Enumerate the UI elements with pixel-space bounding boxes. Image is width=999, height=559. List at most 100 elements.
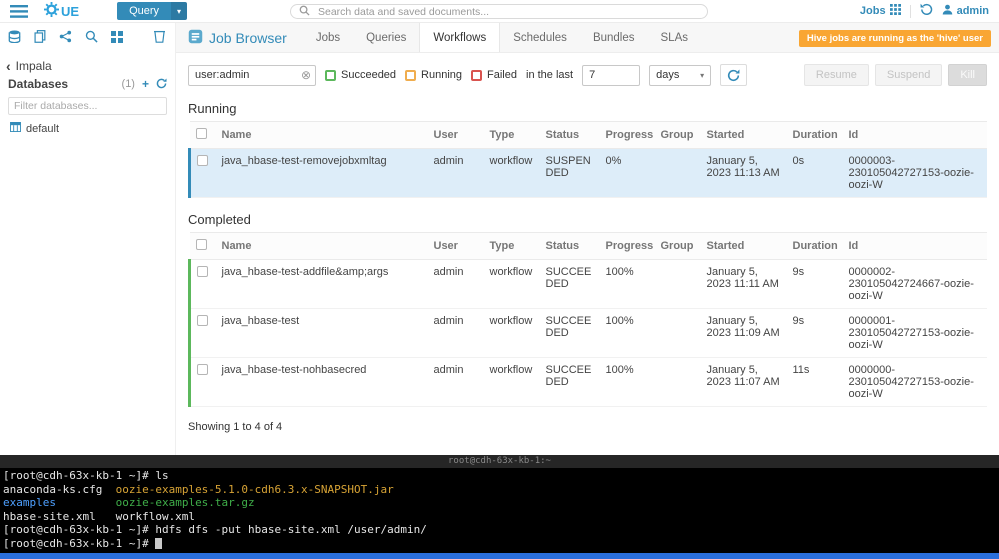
tab-bundles[interactable]: Bundles	[580, 23, 648, 52]
databases-count: (1)	[122, 78, 135, 90]
job-progress: 100%	[600, 260, 655, 309]
job-group	[655, 358, 701, 407]
database-item-default[interactable]: default	[0, 117, 175, 140]
terminal-window[interactable]: root@cdh-63x-kb-1:~ [root@cdh-63x-kb-1 ~…	[0, 455, 999, 553]
days-count-input[interactable]	[582, 65, 640, 86]
resume-button[interactable]: Resume	[804, 64, 869, 86]
kill-button[interactable]: Kill	[948, 64, 987, 86]
databases-header: Databases (1) +	[0, 74, 175, 93]
job-id: 0000000-230105042727153-oozie-oozi-W	[843, 358, 988, 407]
time-unit-select[interactable]: days ▾	[649, 65, 711, 86]
table-row[interactable]: java_hbase-test-removejobxmltag admin wo…	[190, 149, 988, 198]
row-checkbox[interactable]	[197, 266, 208, 277]
succeeded-checkbox[interactable]	[325, 70, 336, 81]
tab-queries[interactable]: Queries	[353, 23, 419, 52]
suspend-button[interactable]: Suspend	[875, 64, 942, 86]
query-button[interactable]: Query ▾	[117, 2, 187, 20]
filter-databases-input[interactable]	[8, 97, 167, 115]
terminal-titlebar[interactable]: root@cdh-63x-kb-1:~	[0, 455, 999, 468]
hue-logo[interactable]: UE	[44, 2, 79, 20]
databases-label[interactable]: Databases	[8, 77, 68, 91]
job-progress: 100%	[600, 309, 655, 358]
col-status: Status	[540, 233, 600, 260]
history-button[interactable]	[920, 3, 933, 19]
table-row[interactable]: java_hbase-test admin workflow SUCCEEDED…	[190, 309, 988, 358]
table-row[interactable]: java_hbase-test-addfile&amp;args admin w…	[190, 260, 988, 309]
job-type: workflow	[484, 309, 540, 358]
terminal-line: [root@cdh-63x-kb-1 ~]# ls	[3, 469, 996, 483]
in-the-last-label: in the last	[526, 69, 573, 81]
job-user: admin	[428, 260, 484, 309]
hive-warning-banner: Hive jobs are running as the 'hive' user	[799, 30, 991, 47]
failed-checkbox[interactable]	[471, 70, 482, 81]
user-filter-input[interactable]	[188, 65, 316, 86]
refresh-jobs-button[interactable]	[720, 64, 747, 86]
source-title[interactable]: Impala	[16, 59, 52, 73]
job-name-link[interactable]: java_hbase-test-nohbasecred	[216, 358, 428, 407]
time-unit-value: days	[656, 69, 679, 81]
assist-source-header: ‹ Impala	[0, 54, 175, 74]
trash-icon[interactable]	[154, 30, 165, 48]
job-duration: 9s	[787, 309, 843, 358]
filter-failed[interactable]: Failed	[471, 69, 517, 81]
job-progress: 0%	[600, 149, 655, 198]
col-type: Type	[484, 233, 540, 260]
assist-apps-icon[interactable]	[111, 30, 123, 48]
terminal-line: [root@cdh-63x-kb-1 ~]# hdfs dfs -put hba…	[3, 523, 996, 537]
succeeded-label: Succeeded	[341, 69, 396, 81]
job-name-link[interactable]: java_hbase-test	[216, 309, 428, 358]
app-header: Job Browser Jobs Queries Workflows Sched…	[176, 23, 999, 53]
tab-workflows[interactable]: Workflows	[419, 23, 500, 52]
chevron-left-icon[interactable]: ‹	[6, 61, 11, 71]
col-progress: Progress	[600, 122, 655, 149]
tab-schedules[interactable]: Schedules	[500, 23, 580, 52]
filter-running[interactable]: Running	[405, 69, 462, 81]
page-title: Job Browser	[209, 30, 287, 46]
hamburger-menu-icon[interactable]	[10, 5, 28, 18]
user-menu[interactable]: admin	[942, 4, 989, 18]
tab-jobs[interactable]: Jobs	[303, 23, 353, 52]
job-name-link[interactable]: java_hbase-test-removejobxmltag	[216, 149, 428, 198]
add-database-icon[interactable]: +	[142, 79, 149, 89]
col-progress: Progress	[600, 233, 655, 260]
select-all-checkbox[interactable]	[196, 128, 207, 139]
row-checkbox[interactable]	[197, 155, 208, 166]
terminal-line: anaconda-ks.cfg oozie-examples-5.1.0-cdh…	[3, 483, 996, 497]
row-checkbox[interactable]	[197, 364, 208, 375]
assist-documents-icon[interactable]	[34, 30, 46, 48]
col-name: Name	[216, 122, 428, 149]
table-header-row: Name User Type Status Progress Group Sta…	[190, 233, 988, 260]
assist-share-icon[interactable]	[59, 30, 72, 48]
job-id: 0000002-230105042724667-oozie-oozi-W	[843, 260, 988, 309]
terminal-line: hbase-site.xml workflow.xml	[3, 510, 996, 524]
job-progress: 100%	[600, 358, 655, 407]
jobs-link[interactable]: Jobs	[860, 4, 901, 18]
assist-search-icon[interactable]	[85, 30, 98, 48]
jobs-grid-icon	[890, 4, 901, 18]
running-checkbox[interactable]	[405, 70, 416, 81]
search-input[interactable]	[316, 5, 699, 19]
assist-sidebar: ‹ Impala Databases (1) + default	[0, 23, 176, 455]
job-status: SUSPENDED	[540, 149, 600, 198]
running-section-title: Running	[176, 101, 999, 116]
query-button-label: Query	[117, 2, 171, 20]
job-name-link[interactable]: java_hbase-test-addfile&amp;args	[216, 260, 428, 309]
bottom-edge-bar	[0, 553, 999, 559]
completed-section-title: Completed	[176, 212, 999, 227]
terminal-line: examples oozie-examples.tar.gz	[3, 496, 996, 510]
row-checkbox[interactable]	[197, 315, 208, 326]
terminal-body[interactable]: [root@cdh-63x-kb-1 ~]# ls anaconda-ks.cf…	[0, 468, 999, 551]
tab-slas[interactable]: SLAs	[648, 23, 702, 52]
table-row[interactable]: java_hbase-test-nohbasecred admin workfl…	[190, 358, 988, 407]
job-browser-app: Job Browser Jobs Queries Workflows Sched…	[176, 23, 999, 455]
job-user: admin	[428, 149, 484, 198]
clear-filter-icon[interactable]: ⊗	[301, 68, 311, 82]
assist-sources-icon[interactable]	[8, 30, 21, 48]
col-duration: Duration	[787, 122, 843, 149]
job-id: 0000003-230105042727153-oozie-oozi-W	[843, 149, 988, 198]
chevron-down-icon: ▾	[700, 71, 704, 80]
filter-succeeded[interactable]: Succeeded	[325, 69, 396, 81]
select-all-checkbox[interactable]	[196, 239, 207, 250]
refresh-databases-icon[interactable]	[156, 78, 167, 90]
job-status: SUCCEEDED	[540, 358, 600, 407]
